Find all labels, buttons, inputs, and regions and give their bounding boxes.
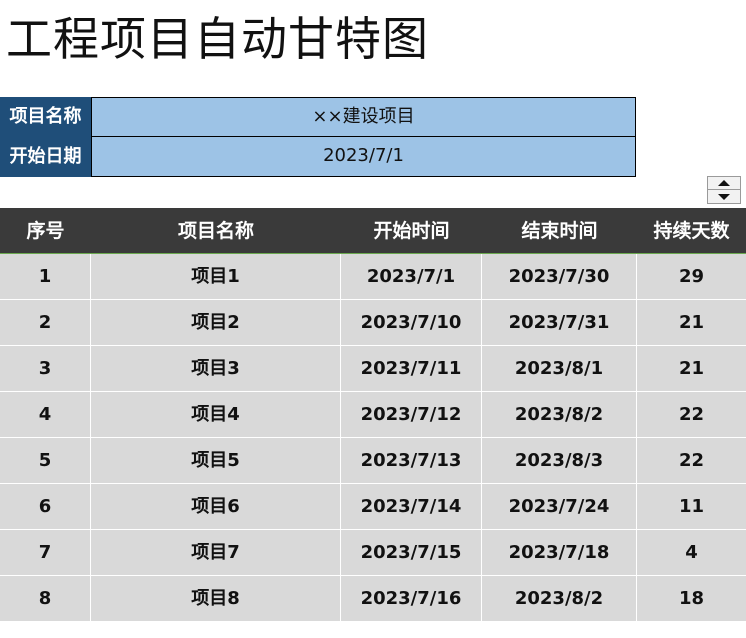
cell-end-time[interactable]: 2023/8/2 [482,392,637,437]
start-date-cell[interactable]: 2023/7/1 [91,137,636,177]
cell-start-time[interactable]: 2023/7/13 [341,438,482,483]
cell-start-time[interactable]: 2023/7/1 [341,254,482,299]
cell-project-name[interactable]: 项目6 [91,484,341,529]
spinner-up-button[interactable] [708,177,740,190]
cell-index[interactable]: 1 [0,254,91,299]
table-row: 3 项目3 2023/7/11 2023/8/1 21 [0,346,746,392]
cell-project-name[interactable]: 项目8 [91,576,341,621]
table-row: 2 项目2 2023/7/10 2023/7/31 21 [0,300,746,346]
cell-duration[interactable]: 4 [637,530,746,575]
cell-start-time[interactable]: 2023/7/16 [341,576,482,621]
cell-project-name[interactable]: 项目3 [91,346,341,391]
cell-index[interactable]: 2 [0,300,91,345]
cell-end-time[interactable]: 2023/8/2 [482,576,637,621]
table-row: 5 项目5 2023/7/13 2023/8/3 22 [0,438,746,484]
cell-duration[interactable]: 22 [637,438,746,483]
table-row: 1 项目1 2023/7/1 2023/7/30 29 [0,254,746,300]
triangle-up-icon [718,180,730,186]
cell-end-time[interactable]: 2023/7/24 [482,484,637,529]
project-name-row: 项目名称 ××建设项目 [0,97,636,137]
cell-end-time[interactable]: 2023/7/18 [482,530,637,575]
cell-duration[interactable]: 29 [637,254,746,299]
cell-duration[interactable]: 21 [637,346,746,391]
cell-duration[interactable]: 11 [637,484,746,529]
cell-start-time[interactable]: 2023/7/12 [341,392,482,437]
spreadsheet-page: 工程项目自动甘特图 项目名称 ××建设项目 开始日期 2023/7/1 序号 项… [0,0,746,638]
cell-end-time[interactable]: 2023/8/1 [482,346,637,391]
cell-index[interactable]: 6 [0,484,91,529]
cell-start-time[interactable]: 2023/7/14 [341,484,482,529]
table-row: 7 项目7 2023/7/15 2023/7/18 4 [0,530,746,576]
header-project-name: 项目名称 [177,220,254,242]
project-name-cell[interactable]: ××建设项目 [91,97,636,137]
start-date-label: 开始日期 [0,137,91,177]
cell-index[interactable]: 4 [0,392,91,437]
start-date-row: 开始日期 2023/7/1 [0,137,636,177]
cell-index[interactable]: 7 [0,530,91,575]
cell-project-name[interactable]: 项目1 [91,254,341,299]
cell-project-name[interactable]: 项目4 [91,392,341,437]
cell-duration[interactable]: 22 [637,392,746,437]
table-row: 4 项目4 2023/7/12 2023/8/2 22 [0,392,746,438]
table-row: 8 项目8 2023/7/16 2023/8/2 18 [0,576,746,622]
project-name-label: 项目名称 [0,97,91,137]
header-index: 序号 [26,220,65,242]
cell-project-name[interactable]: 项目7 [91,530,341,575]
cell-start-time[interactable]: 2023/7/15 [341,530,482,575]
cell-end-time[interactable]: 2023/8/3 [482,438,637,483]
cell-end-time[interactable]: 2023/7/30 [482,254,637,299]
spinner-down-button[interactable] [708,190,740,203]
table-header-row: 序号 项目名称 开始时间 结束时间 持续天数 [0,208,746,254]
date-spinner[interactable] [707,176,741,204]
cell-project-name[interactable]: 项目2 [91,300,341,345]
cell-index[interactable]: 8 [0,576,91,621]
triangle-down-icon [718,193,730,200]
header-duration: 持续天数 [653,220,730,242]
cell-index[interactable]: 5 [0,438,91,483]
schedule-table: 序号 项目名称 开始时间 结束时间 持续天数 1 项目1 2023/7/1 20… [0,208,746,622]
cell-duration[interactable]: 21 [637,300,746,345]
cell-end-time[interactable]: 2023/7/31 [482,300,637,345]
header-start-time: 开始时间 [373,220,450,242]
cell-duration[interactable]: 18 [637,576,746,621]
header-end-time: 结束时间 [521,220,598,242]
page-title: 工程项目自动甘特图 [6,12,429,66]
table-row: 6 项目6 2023/7/14 2023/7/24 11 [0,484,746,530]
cell-index[interactable]: 3 [0,346,91,391]
cell-start-time[interactable]: 2023/7/10 [341,300,482,345]
cell-project-name[interactable]: 项目5 [91,438,341,483]
cell-start-time[interactable]: 2023/7/11 [341,346,482,391]
